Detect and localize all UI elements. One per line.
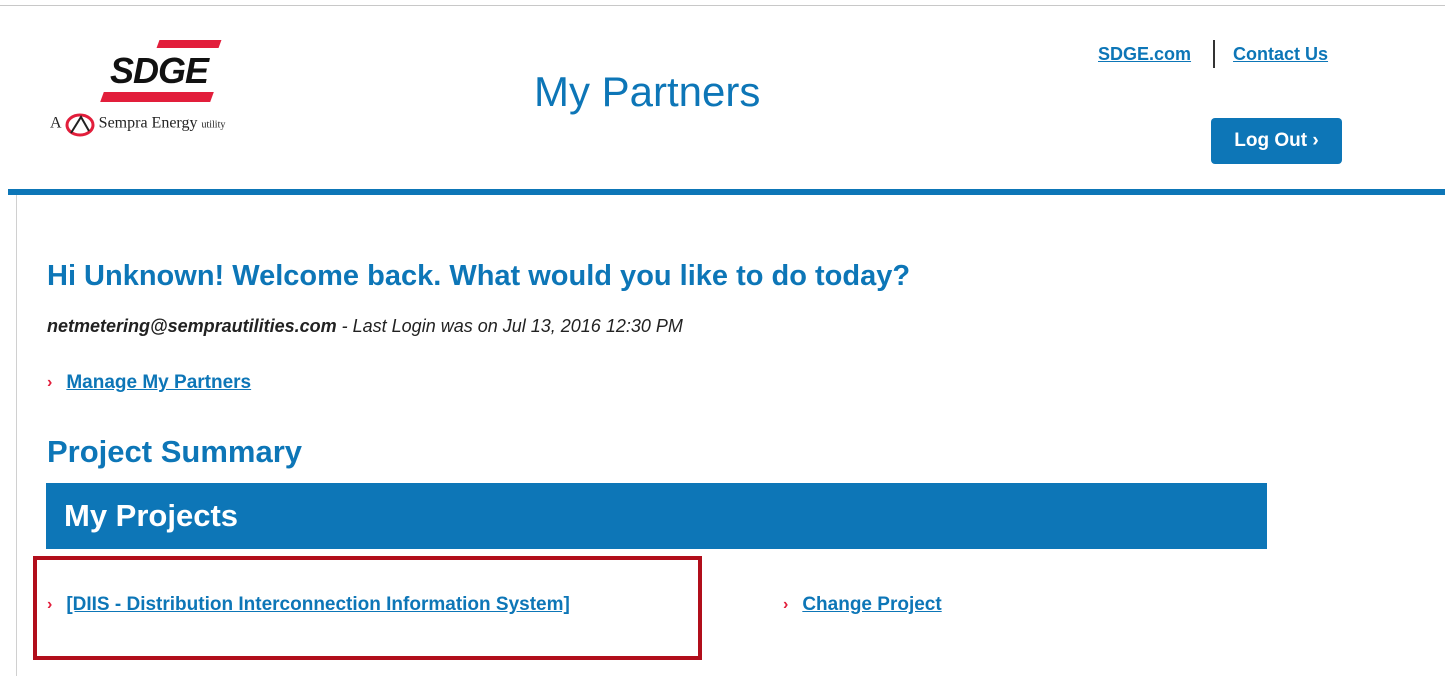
project-summary-title: Project Summary (47, 434, 302, 469)
top-links: SDGE.com Contact Us (1098, 40, 1328, 68)
sempra-flame-icon (65, 113, 95, 137)
change-project-link[interactable]: Change Project (802, 594, 941, 616)
chevron-right-icon: › (783, 596, 789, 613)
logo-tagline: A Sempra Energy utility (50, 111, 225, 137)
logo-wordmark: SDGE (110, 50, 209, 91)
contact-us-link[interactable]: Contact Us (1233, 44, 1328, 65)
project-link-row: › [DIIS - Distribution Interconnection I… (47, 594, 570, 616)
logo-bar-top (156, 40, 222, 48)
diis-project-link[interactable]: [DIIS - Distribution Interconnection Inf… (66, 594, 570, 616)
logo-tagline-brand: Sempra Energy (98, 114, 198, 132)
logo-tagline-suffix: utility (201, 119, 226, 131)
last-login-text: - Last Login was on Jul 13, 2016 12:30 P… (336, 316, 683, 336)
change-project-row: › Change Project (783, 594, 942, 616)
logout-button[interactable]: Log Out › (1211, 118, 1342, 164)
manage-partners-row: › Manage My Partners (47, 372, 251, 394)
logo-bar-bottom (100, 92, 214, 102)
last-login-info: netmetering@semprautilities.com - Last L… (47, 316, 683, 337)
chevron-right-icon: › (47, 374, 53, 391)
page-title: My Partners (534, 68, 761, 115)
link-separator (1213, 40, 1216, 68)
header-divider (8, 189, 1445, 195)
login-email: netmetering@semprautilities.com (47, 316, 337, 336)
manage-my-partners-link[interactable]: Manage My Partners (66, 372, 251, 394)
chevron-right-icon: › (47, 596, 53, 613)
logo-tagline-a: A (50, 114, 61, 132)
welcome-heading: Hi Unknown! Welcome back. What would you… (47, 260, 911, 292)
page-header: SDGE A Sempra Energy utility My Partners… (0, 6, 1445, 190)
content-left-border (16, 195, 17, 676)
sdge-home-link[interactable]: SDGE.com (1098, 44, 1191, 65)
my-projects-header: My Projects (46, 483, 1267, 549)
sdge-logo[interactable]: SDGE A Sempra Energy utility (50, 36, 280, 156)
